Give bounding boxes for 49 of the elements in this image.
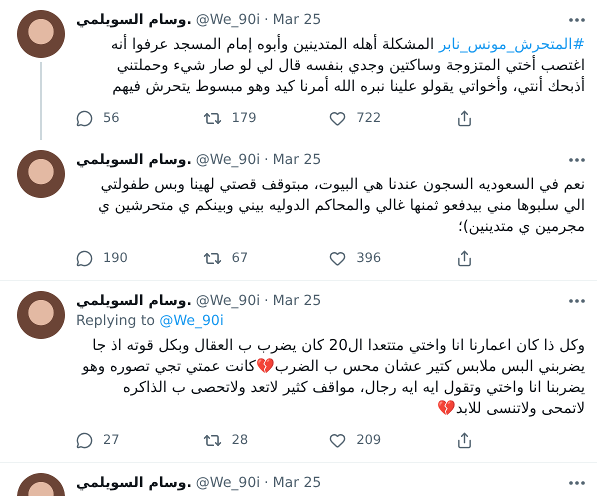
separator-dot: · [264, 292, 269, 311]
share-icon [456, 250, 473, 267]
user-handle: @We_90i [196, 151, 260, 170]
user-name[interactable]: وسام السويلمي. [76, 291, 192, 311]
more-icon [569, 481, 585, 485]
tweet-text: #المتحرش_مونس_نابر المشكلة أهله المتدينين وأبوه إمام المسجد عرفوا أنه اغتصب أختي المتزوجة وساكتين وجدي بنفسه قال لي لو صار شيء وحملتني أذبحك أنتي، وأخواتي يقولو علينا نبره الله أمرنا كيد وهو مبسوط يتحرش فيهم [110, 34, 585, 97]
like-button[interactable]: 722 [329, 109, 390, 128]
avatar[interactable] [17, 291, 65, 339]
separator-dot: · [264, 474, 269, 493]
like-button[interactable]: 209 [329, 431, 390, 450]
heart-icon [329, 432, 346, 449]
more-button[interactable] [569, 18, 585, 22]
more-icon [569, 158, 585, 162]
speech-bubble-icon [76, 432, 93, 449]
tweet-text: نعم في السعوديه السجون عندنا هي البيوت، مبتوقف قصتي لهينا وبس طفولتي الي سلبوها مني بيدفعو ثمنها غالي والمحاكم الدوليه بيني وبينكم ي متحرشين ي مجرمين ي متدينين)؛ [97, 174, 585, 237]
separator-dot: · [264, 151, 269, 170]
more-button[interactable] [569, 481, 585, 485]
retweet-button[interactable]: 67 [202, 249, 263, 268]
tweet-date[interactable]: Mar 25 [272, 473, 322, 493]
user-handle: @We_90i [196, 474, 260, 493]
share-icon [456, 432, 473, 449]
more-icon [569, 18, 585, 22]
retweet-button[interactable]: 28 [202, 431, 263, 450]
heart-icon [329, 250, 346, 267]
reply-button[interactable]: 190 [76, 249, 136, 268]
more-button[interactable] [569, 299, 585, 303]
avatar[interactable] [17, 150, 65, 198]
share-icon [456, 110, 473, 127]
more-button[interactable] [569, 158, 585, 162]
speech-bubble-icon [76, 110, 93, 127]
tweet-date[interactable]: Mar 25 [272, 10, 322, 30]
reply-button[interactable]: 56 [76, 109, 136, 128]
avatar[interactable] [17, 10, 65, 58]
user-name[interactable]: وسام السويلمي. [76, 10, 192, 30]
user-name[interactable]: وسام السويلمي. [76, 473, 192, 493]
separator-dot: · [264, 11, 269, 30]
retweet-button[interactable]: 179 [202, 109, 263, 128]
tweet-date[interactable]: Mar 25 [272, 291, 322, 311]
tweet-text: وكل ذا كان اعمارنا انا واختي متتعدا ال20 كان يضرب ب العقال وبكل قوته اذ جا يضربني البس ملابس كتير عشان محس ب الضرب💔كانت عمتي تجي تصوره وهو يضربنا انا واختي وتقول ايه ايه رجال، مواقف كثير لاتعد ولاتحصى ب الذاكره لاتمحى ولاتنسى للابد💔 [80, 335, 585, 419]
tweet-date[interactable]: Mar 25 [272, 150, 322, 170]
speech-bubble-icon [76, 250, 93, 267]
user-handle: @We_90i [196, 292, 260, 311]
heart-icon [329, 110, 346, 127]
user-handle: @We_90i [196, 11, 260, 30]
like-button[interactable]: 396 [329, 249, 390, 268]
user-name[interactable]: وسام السويلمي. [76, 150, 192, 170]
more-icon [569, 299, 585, 303]
replying-to-text: Replying to @We_90i [76, 312, 225, 331]
reply-button[interactable]: 27 [76, 431, 136, 450]
